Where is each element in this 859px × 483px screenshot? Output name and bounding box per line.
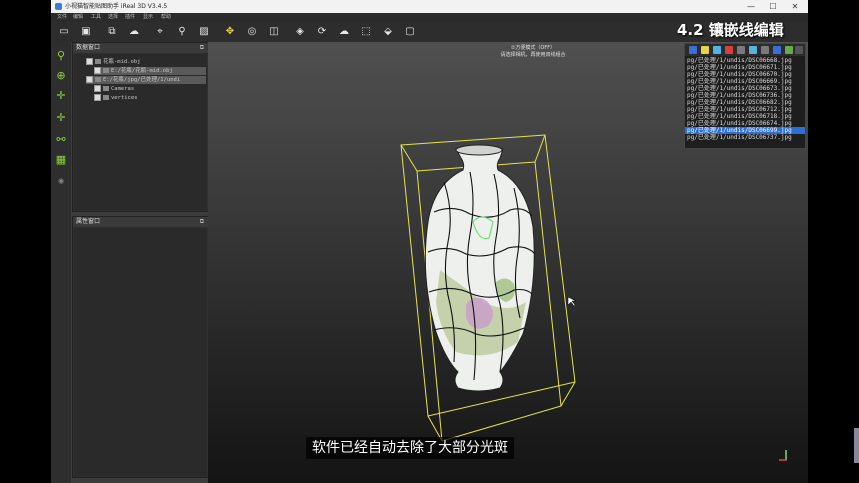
flip-icon[interactable]: ◈ bbox=[293, 25, 307, 39]
cloud-icon bbox=[103, 95, 109, 100]
move-icon[interactable]: ✛ bbox=[54, 88, 68, 102]
zoom-icon[interactable]: ⚲ bbox=[54, 48, 68, 62]
checkbox-icon[interactable] bbox=[86, 58, 93, 65]
file-item[interactable]: pg/已处理/1/undis/DSC06669.jpg bbox=[685, 78, 805, 85]
close-button[interactable]: ✕ bbox=[785, 0, 805, 13]
camera-pin-icon[interactable]: ⌖ bbox=[153, 25, 167, 39]
file-item[interactable]: pg/已处理/1/undis/DSC06699.jpg bbox=[685, 127, 805, 134]
file-item[interactable]: pg/已处理/1/undis/DSC06674.jpg bbox=[685, 120, 805, 127]
list-tool-icon-9[interactable] bbox=[785, 46, 793, 54]
properties-body bbox=[74, 228, 207, 476]
cameras-icon[interactable]: ⚲ bbox=[175, 25, 189, 39]
cube-icon[interactable]: ▢ bbox=[403, 25, 417, 39]
grid-icon[interactable]: ▦ bbox=[54, 152, 68, 166]
refresh-cloud-icon[interactable]: ⟳ bbox=[315, 25, 329, 39]
file-item[interactable]: pg/已处理/1/undis/DSC06718.jpg bbox=[685, 113, 805, 120]
menu-edit[interactable]: 编辑 bbox=[73, 13, 83, 22]
axis-gizmo-icon bbox=[779, 450, 787, 461]
maximize-button[interactable]: ☐ bbox=[763, 0, 783, 13]
vase-model[interactable] bbox=[424, 144, 536, 392]
app-window: 小视猫智能贴图助手 iReal 3D V3.4.5 — ☐ ✕ 文件 编辑 工具… bbox=[51, 0, 808, 483]
data-panel: 数据窗口 ⧉ 花瓶-mid.obj E:/花瓶/花瓶-mid.obj E:/花瓶… bbox=[72, 42, 209, 212]
list-tool-icon-3[interactable] bbox=[713, 46, 721, 54]
mesh-icon bbox=[103, 68, 109, 73]
cloud-icon[interactable]: ☁ bbox=[127, 25, 141, 39]
list-tool-icon-5[interactable] bbox=[737, 46, 745, 54]
data-panel-header: 数据窗口 ⧉ bbox=[73, 43, 208, 53]
menu-display[interactable]: 显示 bbox=[143, 13, 153, 22]
file-item[interactable]: pg/已处理/1/undis/DSC06737.jpg bbox=[685, 134, 805, 141]
file-item[interactable]: pg/已处理/1/undis/DSC06671.jpg bbox=[685, 64, 805, 71]
file-item[interactable]: pg/已处理/1/undis/DSC06712.jpg bbox=[685, 106, 805, 113]
folder-icon bbox=[95, 77, 101, 82]
menu-file[interactable]: 文件 bbox=[57, 13, 67, 22]
data-tree: 花瓶-mid.obj E:/花瓶/花瓶-mid.obj E:/花瓶/jpg/已处… bbox=[74, 54, 207, 210]
file-item[interactable]: pg/已处理/1/undis/DSC06682.jpg bbox=[685, 99, 805, 106]
properties-panel-header: 属性窗口 ⧉ bbox=[73, 217, 208, 227]
checkbox-icon[interactable] bbox=[94, 67, 101, 74]
properties-panel-title: 属性窗口 bbox=[76, 218, 101, 225]
cloud-sync-icon[interactable]: ☁ bbox=[337, 25, 351, 39]
seam-tool-icon[interactable]: ⚯ bbox=[54, 132, 68, 146]
list-tool-icon-7[interactable] bbox=[761, 46, 769, 54]
float-icon[interactable]: ⧉ bbox=[200, 43, 204, 53]
data-panel-title: 数据窗口 bbox=[76, 44, 101, 51]
menu-plugins[interactable]: 插件 bbox=[125, 13, 135, 22]
file-item[interactable]: pg/已处理/1/undis/DSC06670.jpg bbox=[685, 71, 805, 78]
folder-icon bbox=[95, 59, 101, 64]
checkbox-icon[interactable] bbox=[94, 85, 101, 92]
image-file-list: pg/已处理/1/undis/DSC06668.jpg pg/已处理/1/und… bbox=[685, 57, 805, 141]
list-tool-icon-2[interactable] bbox=[701, 46, 709, 54]
tree-item-mesh[interactable]: E:/花瓶/花瓶-mid.obj bbox=[94, 67, 206, 75]
left-toolbar: ⚲ ⊕ ✛ ✛ ⚯ ▦ ◉ bbox=[51, 42, 71, 483]
more-tools-icon[interactable]: ◉ bbox=[54, 174, 68, 188]
texture-icon[interactable]: ⬚ bbox=[359, 25, 373, 39]
checkbox-icon[interactable] bbox=[94, 94, 101, 101]
tree-item-images[interactable]: E:/花瓶/jpg/已处理/1/undi bbox=[86, 76, 206, 84]
title-bar: 小视猫智能贴图助手 iReal 3D V3.4.5 — ☐ ✕ bbox=[51, 0, 808, 13]
screen-edge-widget bbox=[854, 428, 859, 463]
list-tool-icon-4[interactable] bbox=[725, 46, 733, 54]
image-list-panel: pg/已处理/1/undis/DSC06668.jpg pg/已处理/1/und… bbox=[684, 43, 806, 149]
bake-icon[interactable]: ⬙ bbox=[381, 25, 395, 39]
save-icon[interactable]: ▣ bbox=[79, 25, 93, 39]
app-logo-icon bbox=[55, 3, 62, 10]
properties-panel: 属性窗口 ⧉ bbox=[72, 216, 209, 478]
menu-tools[interactable]: 工具 bbox=[91, 13, 101, 22]
mouse-cursor-icon bbox=[567, 296, 577, 307]
file-item[interactable]: pg/已处理/1/undis/DSC06736.jpg bbox=[685, 92, 805, 99]
open-folder-icon[interactable]: ▭ bbox=[57, 25, 71, 39]
tree-item-model[interactable]: 花瓶-mid.obj bbox=[86, 58, 141, 66]
video-subtitle: 软件已经自动去除了大部分光斑 bbox=[306, 437, 514, 459]
float-icon[interactable]: ⧉ bbox=[200, 217, 204, 227]
target-icon[interactable]: ◎ bbox=[245, 25, 259, 39]
tree-item-cameras[interactable]: Cameras bbox=[94, 85, 134, 93]
file-item[interactable]: pg/已处理/1/undis/DSC06673.jpg bbox=[685, 85, 805, 92]
brush-icon[interactable]: ▨ bbox=[197, 25, 211, 39]
center-icon[interactable]: ✛ bbox=[54, 110, 68, 124]
import-model-icon[interactable]: ⧉ bbox=[105, 25, 119, 39]
file-item[interactable]: pg/已处理/1/undis/DSC06668.jpg bbox=[685, 57, 805, 64]
tree-item-vertices[interactable]: vertices bbox=[94, 94, 138, 102]
checkbox-icon[interactable] bbox=[86, 76, 93, 83]
image-list-toolbar bbox=[685, 44, 805, 56]
list-tool-icon-6[interactable] bbox=[749, 46, 757, 54]
chapter-overlay: 4.2 镶嵌线编辑 bbox=[677, 21, 784, 39]
minimize-button[interactable]: — bbox=[741, 0, 761, 13]
list-tool-icon-8[interactable] bbox=[773, 46, 781, 54]
list-tool-icon-10[interactable] bbox=[795, 46, 803, 54]
camera-icon bbox=[103, 86, 109, 91]
zoom-fit-icon[interactable]: ⊕ bbox=[54, 68, 68, 82]
menu-help[interactable]: 帮助 bbox=[161, 13, 171, 22]
window-title: 小视猫智能贴图助手 iReal 3D V3.4.5 bbox=[65, 3, 168, 10]
menu-select[interactable]: 选择 bbox=[108, 13, 118, 22]
pin-tool-icon[interactable]: ✥ bbox=[223, 25, 237, 39]
list-tool-icon-1[interactable] bbox=[689, 46, 697, 54]
layer-icon[interactable]: ◫ bbox=[267, 25, 281, 39]
